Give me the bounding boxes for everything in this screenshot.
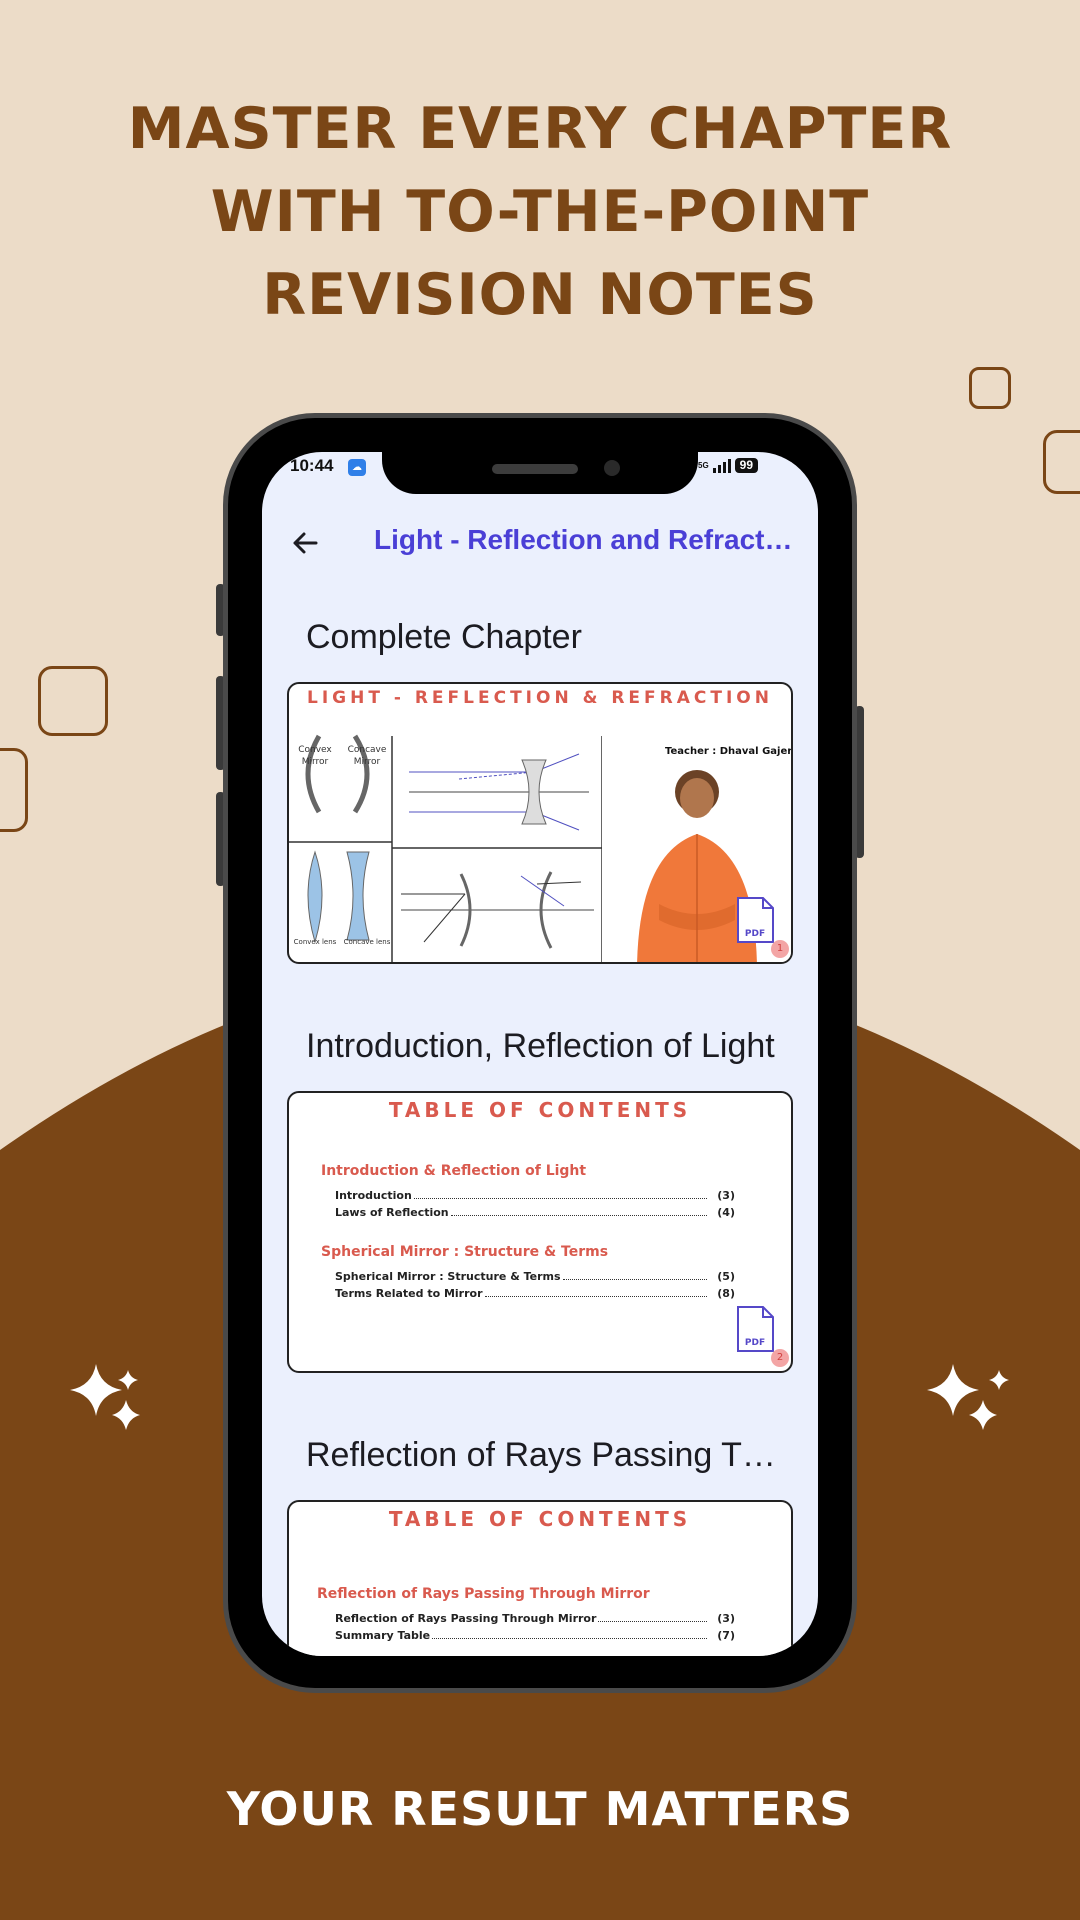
decorative-square bbox=[1043, 430, 1080, 494]
sparkle-icon bbox=[927, 1364, 1009, 1430]
notification-app-icon: ☁ bbox=[348, 459, 366, 476]
toc-entry-page: (5) bbox=[717, 1270, 735, 1283]
phone-speaker bbox=[492, 464, 578, 474]
toc-leader bbox=[432, 1629, 707, 1639]
toc-entry-page: (7) bbox=[717, 1629, 735, 1642]
toc-leader bbox=[484, 1287, 707, 1297]
toc-entry: Summary Table (7) bbox=[335, 1629, 735, 1642]
toc-entry-label: Spherical Mirror : Structure & Terms bbox=[335, 1270, 561, 1283]
toc-entry-label: Introduction bbox=[335, 1189, 412, 1202]
page-number-badge: 2 bbox=[771, 1349, 789, 1367]
concave-mirror-label: Concave Mirror bbox=[347, 745, 387, 767]
toc-leader bbox=[598, 1612, 707, 1622]
card-heading: TABLE OF CONTENTS bbox=[388, 1507, 692, 1531]
toc-entry-label: Reflection of Rays Passing Through Mirro… bbox=[335, 1612, 597, 1625]
front-camera bbox=[604, 460, 620, 476]
battery-indicator: 99 bbox=[734, 458, 759, 473]
app-bar: Light - Reflection and Refraction bbox=[262, 510, 818, 582]
toc-entry: Introduction (3) bbox=[335, 1189, 735, 1202]
notes-card-introduction[interactable]: TABLE OF CONTENTS Introduction & Reflect… bbox=[287, 1091, 793, 1373]
toc-entry: Terms Related to Mirror (8) bbox=[335, 1287, 735, 1300]
toc-leader bbox=[562, 1270, 707, 1280]
promo-headline-line-1: MASTER EVERY CHAPTER bbox=[127, 96, 953, 162]
toc-entry-page: (8) bbox=[717, 1287, 735, 1300]
section-title: Reflection of Rays Passing Through Mirro… bbox=[306, 1436, 776, 1474]
phone-notch bbox=[382, 452, 698, 494]
toc-entry: Spherical Mirror : Structure & Terms (5) bbox=[335, 1270, 735, 1283]
promo-headline: MASTER EVERY CHAPTER WITH TO-THE-POINT R… bbox=[0, 88, 1080, 337]
teacher-name: Teacher : Dhaval Gajera bbox=[665, 746, 793, 757]
decorative-square bbox=[969, 367, 1011, 409]
promo-headline-line-3: REVISION NOTES bbox=[262, 262, 818, 328]
decorative-square bbox=[38, 666, 108, 736]
toc-entry-label: Summary Table bbox=[335, 1629, 431, 1642]
toc-entry: Reflection of Rays Passing Through Mirro… bbox=[335, 1612, 735, 1625]
page-title: Light - Reflection and Refraction bbox=[374, 524, 794, 555]
decorative-square bbox=[0, 748, 28, 832]
convex-lens-label: Convex lens bbox=[293, 938, 337, 946]
concave-lens-label: Concave lens bbox=[343, 938, 391, 946]
section-title: Introduction, Reflection of Light bbox=[306, 1027, 775, 1065]
toc-group-title: Reflection of Rays Passing Through Mirro… bbox=[317, 1586, 650, 1602]
toc-leader bbox=[413, 1189, 707, 1199]
toc-group-title: Introduction & Reflection of Light bbox=[321, 1163, 587, 1179]
notes-card-complete-chapter[interactable]: LIGHT - REFLECTION & REFRACTION Convex M… bbox=[287, 682, 793, 964]
arrow-left-icon[interactable] bbox=[290, 528, 320, 558]
toc-entry-label: Terms Related to Mirror bbox=[335, 1287, 483, 1300]
pdf-icon[interactable]: PDF bbox=[735, 1305, 775, 1353]
toc-entry-page: (3) bbox=[717, 1612, 735, 1625]
pdf-icon[interactable]: PDF bbox=[735, 896, 775, 944]
status-time: 10:44 bbox=[290, 456, 334, 475]
toc-entry-page: (4) bbox=[717, 1206, 735, 1219]
sparkle-icon bbox=[70, 1364, 140, 1430]
promo-footer: YOUR RESULT MATTERS bbox=[226, 1782, 854, 1836]
status-indicators: 5G 99 bbox=[698, 458, 759, 473]
card-heading: TABLE OF CONTENTS bbox=[388, 1098, 692, 1122]
page-number-badge: 1 bbox=[771, 940, 789, 958]
toc-entry-label: Laws of Reflection bbox=[335, 1206, 449, 1219]
toc-group-title: Spherical Mirror : Structure & Terms bbox=[321, 1244, 609, 1260]
pdf-label: PDF bbox=[745, 1338, 765, 1348]
network-type: 5G bbox=[698, 460, 709, 470]
toc-entry: Laws of Reflection (4) bbox=[335, 1206, 735, 1219]
convex-mirror-label: Convex Mirror bbox=[298, 745, 332, 767]
promo-headline-line-2: WITH TO-THE-POINT bbox=[210, 179, 870, 245]
network-label: 5G bbox=[698, 460, 709, 470]
phone-screen: 10:44 ☁ 5G 99 Light - Reflection and Ref… bbox=[262, 452, 818, 1656]
pdf-label: PDF bbox=[745, 929, 765, 939]
toc-leader bbox=[450, 1206, 707, 1216]
notes-card-reflection-of-rays[interactable]: TABLE OF CONTENTS Reflection of Rays Pas… bbox=[287, 1500, 793, 1656]
toc-entry-page: (3) bbox=[717, 1189, 735, 1202]
optics-diagram bbox=[289, 734, 791, 962]
signal-strength-icon bbox=[712, 458, 731, 473]
section-title: Complete Chapter bbox=[306, 618, 582, 656]
